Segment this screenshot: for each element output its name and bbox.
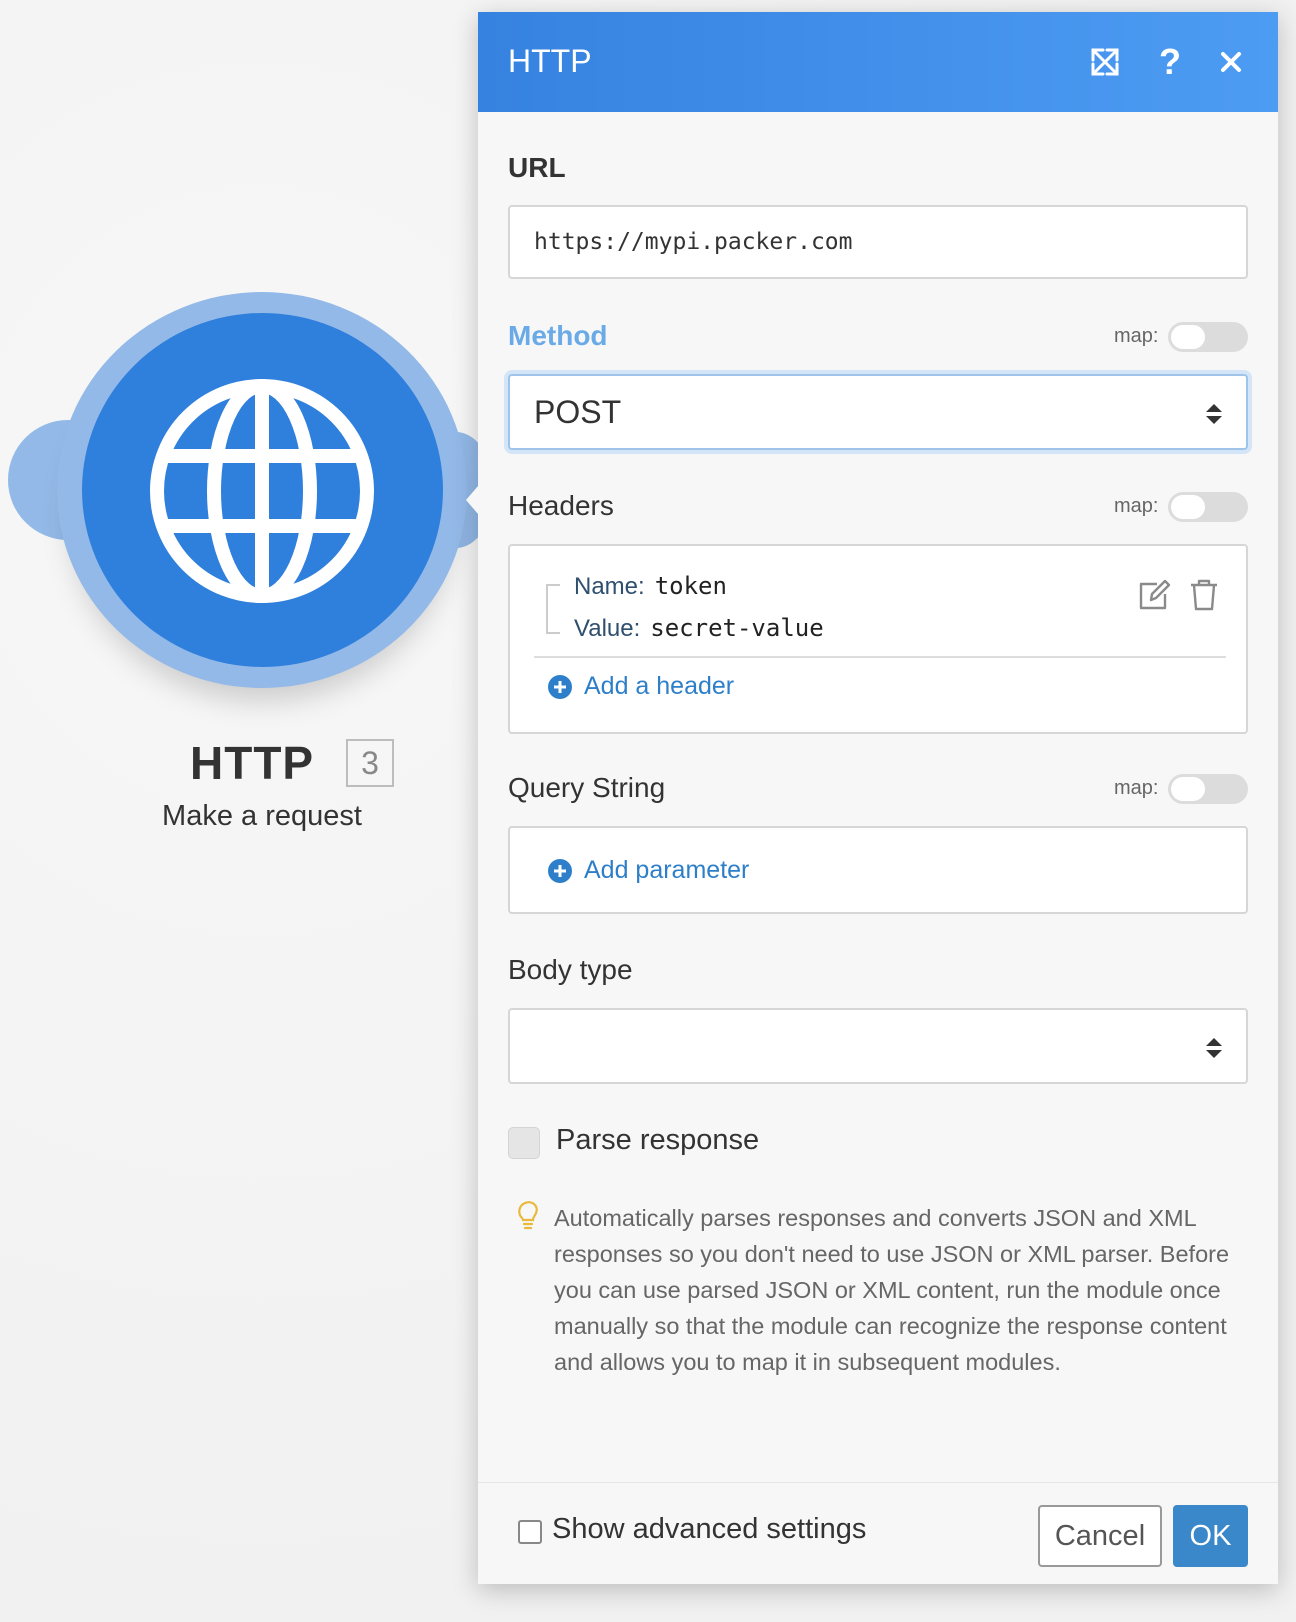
select-arrows-icon bbox=[1206, 1038, 1222, 1058]
parse-response-label: Parse response bbox=[556, 1124, 760, 1156]
header-value-key: Value: bbox=[574, 615, 641, 642]
ok-button[interactable]: OK bbox=[1173, 1505, 1248, 1567]
trash-icon[interactable] bbox=[1189, 578, 1219, 612]
panel-title: HTTP bbox=[508, 43, 592, 79]
add-header-link[interactable]: Add a header bbox=[548, 672, 734, 701]
query-string-label: Query String bbox=[508, 772, 666, 803]
url-label: URL bbox=[508, 152, 566, 183]
header-item-bracket bbox=[546, 584, 560, 634]
method-label: Method bbox=[508, 320, 608, 351]
module-subtitle: Make a request bbox=[162, 800, 362, 832]
header-item-divider bbox=[534, 656, 1226, 658]
add-header-label: Add a header bbox=[584, 672, 735, 700]
body-type-select[interactable] bbox=[508, 1008, 1248, 1084]
module-number-badge: 3 bbox=[346, 739, 394, 787]
module-settings-panel: HTTP ? URL https://mypi.packer.com Metho… bbox=[466, 12, 1278, 1584]
add-parameter-label: Add parameter bbox=[584, 856, 750, 884]
select-arrows-icon bbox=[1206, 404, 1222, 424]
globe-icon bbox=[150, 379, 374, 603]
help-icon[interactable]: ? bbox=[1150, 42, 1190, 82]
header-item-value: Value: secret-value bbox=[574, 614, 824, 643]
method-map-label: map: bbox=[1114, 325, 1159, 347]
plus-circle-icon bbox=[548, 858, 572, 883]
query-string-map-toggle[interactable] bbox=[1168, 774, 1248, 804]
method-select[interactable]: POST bbox=[508, 374, 1248, 450]
headers-map-toggle[interactable] bbox=[1168, 492, 1248, 522]
plus-circle-icon bbox=[548, 674, 572, 699]
url-input[interactable]: https://mypi.packer.com bbox=[508, 205, 1248, 279]
method-map-toggle[interactable] bbox=[1168, 322, 1248, 352]
header-value-value: secret-value bbox=[650, 614, 824, 642]
panel-header: HTTP ? bbox=[478, 12, 1278, 112]
query-string-map-label: map: bbox=[1114, 777, 1159, 799]
lightbulb-icon bbox=[518, 1201, 538, 1230]
module-title: HTTP bbox=[190, 737, 315, 789]
panel-footer: Show advanced settings Cancel OK bbox=[478, 1482, 1278, 1584]
show-advanced-checkbox[interactable] bbox=[518, 1520, 542, 1544]
parse-response-hint: Automatically parses responses and conve… bbox=[554, 1205, 1230, 1375]
add-parameter-link[interactable]: Add parameter bbox=[548, 856, 749, 885]
header-name-key: Name: bbox=[574, 573, 645, 600]
close-icon[interactable] bbox=[1211, 42, 1251, 82]
show-advanced-label[interactable]: Show advanced settings bbox=[552, 1513, 866, 1546]
headers-map-label: map: bbox=[1114, 495, 1159, 517]
body-type-label: Body type bbox=[508, 954, 633, 985]
header-name-value: token bbox=[654, 572, 727, 600]
parse-response-checkbox[interactable] bbox=[508, 1127, 540, 1159]
expand-icon[interactable] bbox=[1085, 42, 1125, 82]
edit-icon[interactable] bbox=[1137, 578, 1171, 612]
header-item-name: Name: token bbox=[574, 572, 727, 601]
method-select-value: POST bbox=[534, 394, 622, 430]
headers-box: Name: token Value: secret-value Add a he… bbox=[508, 544, 1248, 734]
cancel-button[interactable]: Cancel bbox=[1038, 1505, 1162, 1567]
query-string-box: Add parameter bbox=[508, 826, 1248, 914]
headers-label: Headers bbox=[508, 490, 614, 521]
